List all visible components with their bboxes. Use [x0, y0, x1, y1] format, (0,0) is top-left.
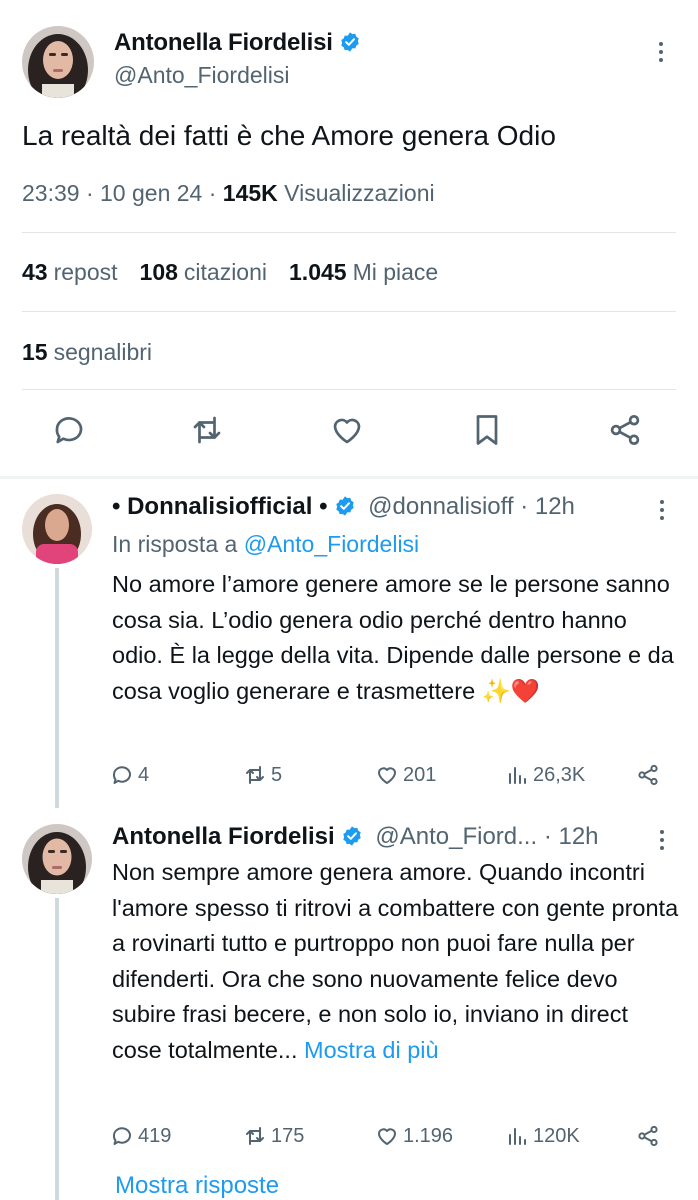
- reply-avatar[interactable]: [22, 494, 92, 564]
- reply-count: 419: [138, 1124, 172, 1147]
- views-count: 145K: [222, 180, 278, 206]
- like-icon: [378, 1128, 396, 1145]
- repost-button[interactable]: 5: [243, 760, 282, 790]
- reply-count: 4: [138, 763, 150, 786]
- tweet-date[interactable]: 10 gen 24: [100, 180, 202, 206]
- reply-to-line: In risposta a @Anto_Fiordelisi: [112, 531, 419, 558]
- reply-action-bar: 419 175 1.196 120K: [0, 1121, 698, 1151]
- quotes-stat[interactable]: 108 citazioni: [140, 259, 267, 286]
- bookmarks-label: segnalibri: [53, 339, 153, 365]
- verified-badge-icon: [334, 495, 356, 517]
- likes-stat[interactable]: 1.045 Mi piace: [289, 259, 438, 286]
- like-count: 1.196: [403, 1124, 454, 1147]
- reply-text-body: Non sempre amore genera amore. Quando in…: [112, 859, 679, 1063]
- repost-count: 175: [271, 1124, 305, 1147]
- divider: [22, 389, 676, 390]
- tweet-action-bar: [0, 412, 698, 456]
- share-icon[interactable]: [607, 412, 647, 452]
- like-icon[interactable]: [329, 412, 369, 452]
- reply-text: No amore l’amore genere amore se le pers…: [112, 571, 674, 704]
- author-name-text[interactable]: Antonella Fiordelisi: [114, 29, 333, 56]
- like-button[interactable]: 201: [375, 760, 436, 790]
- reply-header: • Donnalisiofficial • @donnalisioff · 12…: [112, 493, 575, 521]
- reply-text: Non sempre amore genera amore. Quando in…: [112, 855, 682, 1068]
- bookmarks-count: 15: [22, 339, 48, 365]
- reply-icon: [112, 766, 131, 784]
- views-button[interactable]: 26,3K: [505, 760, 585, 790]
- share-icon[interactable]: [636, 760, 660, 790]
- more-options-icon[interactable]: [657, 500, 667, 520]
- more-options-icon[interactable]: [657, 830, 667, 850]
- share-icon[interactable]: [636, 1121, 660, 1151]
- divider: [22, 311, 676, 312]
- reply-to-label: In risposta a: [112, 531, 238, 557]
- views-count: 26,3K: [533, 763, 586, 786]
- likes-label: Mi piace: [352, 259, 439, 285]
- reply-button[interactable]: 4: [110, 760, 149, 790]
- bookmarks-stat[interactable]: 15 segnalibri: [22, 339, 152, 366]
- author-avatar[interactable]: [22, 26, 94, 98]
- show-more-link[interactable]: Mostra di più: [304, 1037, 439, 1063]
- section-divider: [0, 476, 698, 479]
- author-handle[interactable]: @Anto_Fiordelisi: [114, 62, 289, 89]
- views-icon: [509, 1128, 526, 1145]
- repost-button[interactable]: 175: [243, 1121, 304, 1151]
- show-replies-link[interactable]: Mostra risposte: [115, 1172, 279, 1200]
- like-count: 201: [403, 763, 437, 786]
- tweet-meta: 23:39 · 10 gen 24 · 145K Visualizzazioni: [22, 180, 435, 206]
- reply-action-bar: 4 5 201 26,3K: [0, 760, 698, 790]
- like-icon: [378, 767, 396, 784]
- views-count: 120K: [533, 1124, 580, 1147]
- bookmark-icon[interactable]: [469, 412, 509, 452]
- reply-time[interactable]: · 12h: [544, 823, 599, 850]
- verified-badge-icon: [341, 825, 363, 847]
- more-options-icon[interactable]: [656, 42, 666, 62]
- reply-to-handle[interactable]: @Anto_Fiordelisi: [244, 531, 419, 557]
- engagement-stats: 43 repost 108 citazioni 1.045 Mi piace: [22, 259, 438, 286]
- views-icon: [509, 767, 526, 784]
- reply-author-handle[interactable]: @donnalisioff: [368, 493, 513, 520]
- views-button[interactable]: 120K: [505, 1121, 580, 1151]
- repost-icon[interactable]: [189, 412, 229, 452]
- divider: [22, 232, 676, 233]
- thread-line: [55, 898, 59, 1200]
- reply-icon: [112, 1127, 131, 1145]
- tweet-time[interactable]: 23:39: [22, 180, 80, 206]
- like-button[interactable]: 1.196: [375, 1121, 453, 1151]
- reply-header: Antonella Fiordelisi @Anto_Fiord... · 12…: [112, 823, 599, 851]
- reposts-stat[interactable]: 43 repost: [22, 259, 118, 286]
- repost-icon: [246, 766, 264, 784]
- reply-author-name[interactable]: Antonella Fiordelisi: [112, 823, 335, 850]
- reply-icon[interactable]: [51, 412, 91, 452]
- reposts-label: repost: [53, 259, 118, 285]
- reply-button[interactable]: 419: [110, 1121, 171, 1151]
- reposts-count: 43: [22, 259, 48, 285]
- repost-icon: [246, 1127, 264, 1145]
- tweet-text: La realtà dei fatti è che Amore genera O…: [22, 120, 556, 151]
- reply-author-name[interactable]: • Donnalisiofficial •: [112, 493, 328, 520]
- reply-author-handle[interactable]: @Anto_Fiord...: [375, 823, 537, 850]
- repost-count: 5: [271, 763, 283, 786]
- quotes-label: citazioni: [183, 259, 268, 285]
- likes-count: 1.045: [289, 259, 347, 285]
- views-label: Visualizzazioni: [284, 180, 435, 206]
- verified-badge-icon: [339, 31, 361, 53]
- author-name[interactable]: Antonella Fiordelisi: [114, 29, 361, 57]
- main-tweet: Antonella Fiordelisi @Anto_Fiordelisi La…: [0, 0, 698, 478]
- reply-avatar[interactable]: [22, 824, 92, 894]
- reply-time[interactable]: · 12h: [520, 493, 575, 520]
- quotes-count: 108: [139, 259, 178, 285]
